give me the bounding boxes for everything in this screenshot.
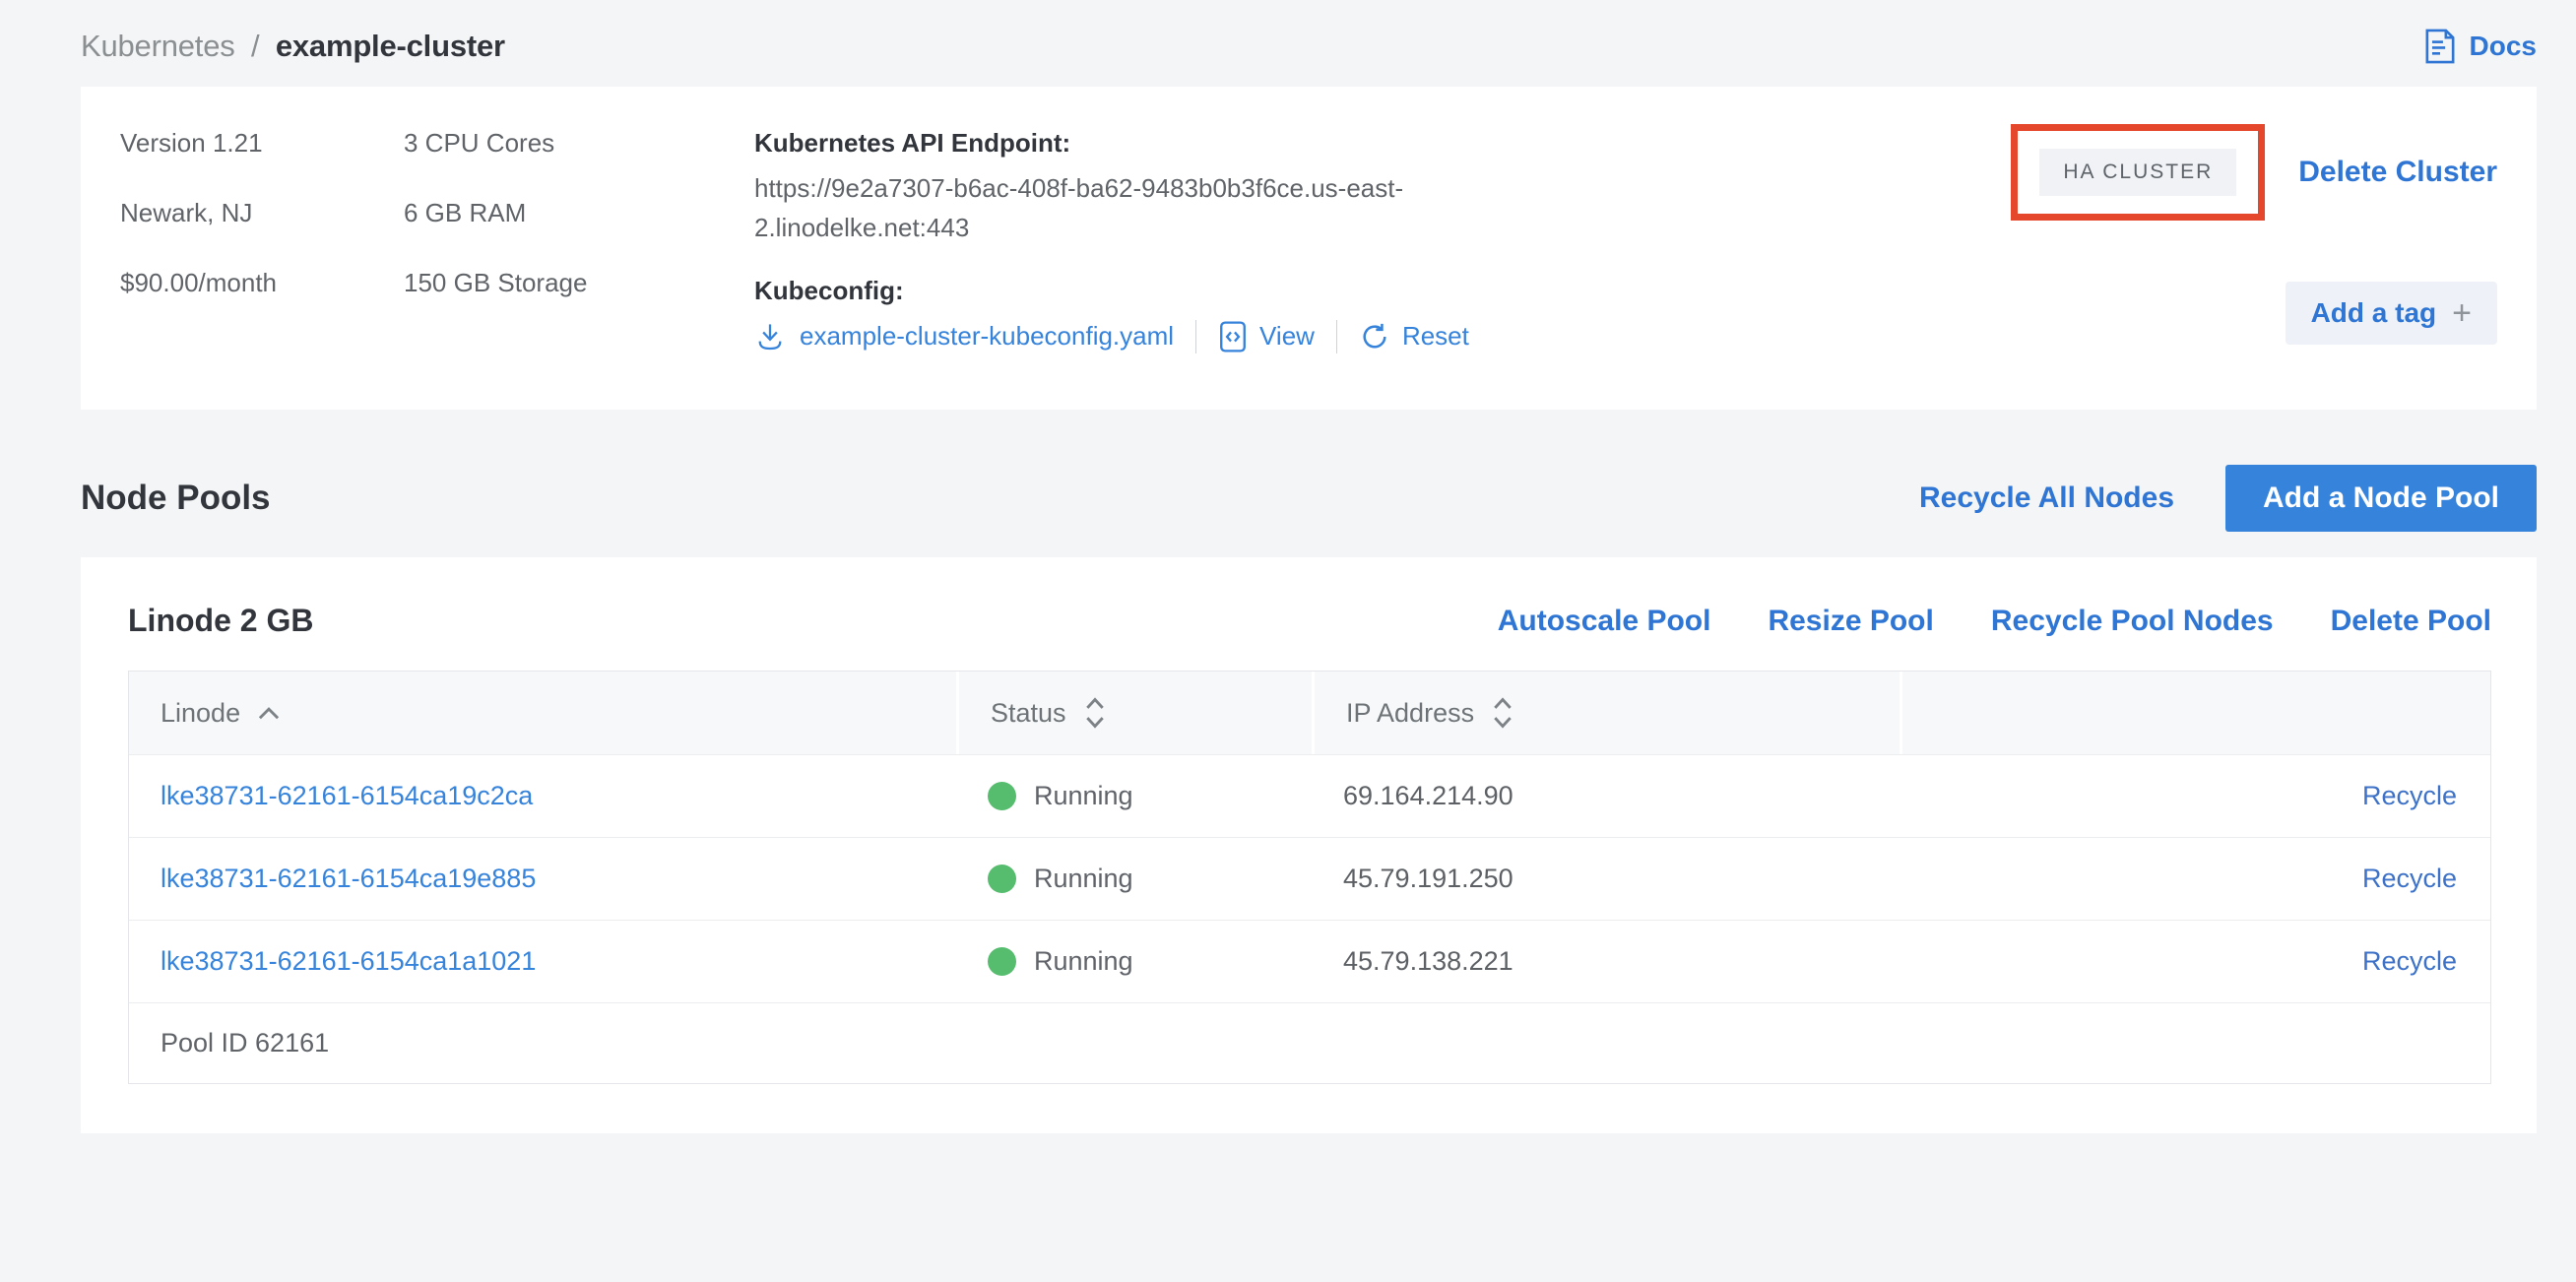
summary-right-column: HA CLUSTER Delete Cluster Add a tag + [2011, 128, 2497, 364]
sort-both-icon [1082, 695, 1108, 731]
docs-label: Docs [2470, 31, 2537, 62]
pool-name: Linode 2 GB [128, 603, 313, 639]
breadcrumb: Kubernetes / example-cluster [81, 29, 505, 64]
download-icon [754, 321, 786, 353]
kubernetes-cluster-detail-page: Kubernetes / example-cluster Docs Versio… [0, 0, 2576, 1282]
cluster-storage: 150 GB Storage [404, 268, 754, 298]
status-cell: Running [956, 781, 1312, 811]
column-header-status-label: Status [991, 698, 1066, 729]
node-pools-title: Node Pools [81, 479, 271, 518]
kubeconfig-view-button[interactable]: View [1218, 320, 1315, 353]
divider [1336, 320, 1337, 353]
cluster-specs-column-1: Version 1.21 Newark, NJ $90.00/month [120, 128, 404, 364]
cluster-region: Newark, NJ [120, 198, 404, 228]
recycle-node-button[interactable]: Recycle [2362, 864, 2457, 893]
status-running-dot [988, 865, 1016, 893]
cluster-specs-column-2: 3 CPU Cores 6 GB RAM 150 GB Storage [404, 128, 754, 364]
top-bar: Kubernetes / example-cluster Docs [0, 0, 2576, 87]
column-header-actions [1900, 672, 2490, 754]
status-running-dot [988, 782, 1016, 810]
cluster-price: $90.00/month [120, 268, 404, 298]
view-label: View [1259, 321, 1315, 352]
table-row: lke38731-62161-6154ca19c2ca Running 69.1… [129, 754, 2490, 837]
node-pool-card: Linode 2 GB Autoscale Pool Resize Pool R… [81, 557, 2537, 1133]
docs-icon [2422, 28, 2458, 65]
node-link[interactable]: lke38731-62161-6154ca19e885 [161, 864, 536, 893]
node-pools-header: Node Pools Recycle All Nodes Add a Node … [81, 465, 2537, 532]
ip-address: 69.164.214.90 [1343, 781, 1513, 810]
ha-cluster-badge: HA CLUSTER [2039, 149, 2236, 196]
divider [1195, 320, 1196, 353]
table-footer: Pool ID 62161 [129, 1002, 2490, 1083]
resize-pool-button[interactable]: Resize Pool [1768, 605, 1933, 638]
sort-both-icon [1490, 695, 1515, 731]
status-label: Running [1034, 946, 1133, 977]
status-cell: Running [956, 864, 1312, 894]
plus-icon: + [2452, 296, 2472, 330]
api-endpoint-label: Kubernetes API Endpoint: [754, 128, 1503, 159]
breadcrumb-cluster-name: example-cluster [276, 29, 505, 63]
api-endpoint-url: https://9e2a7307-b6ac-408f-ba62-9483b0b3… [754, 168, 1503, 248]
node-link[interactable]: lke38731-62161-6154ca1a1021 [161, 946, 536, 976]
code-file-icon [1218, 320, 1248, 353]
kubeconfig-filename: example-cluster-kubeconfig.yaml [800, 321, 1174, 352]
kubeconfig-reset-button[interactable]: Reset [1359, 321, 1469, 353]
cluster-cpu: 3 CPU Cores [404, 128, 754, 159]
pool-id: Pool ID 62161 [129, 1028, 956, 1058]
status-label: Running [1034, 864, 1133, 894]
add-node-pool-button[interactable]: Add a Node Pool [2225, 465, 2537, 532]
column-header-linode[interactable]: Linode [129, 672, 956, 754]
api-endpoint-block: Kubernetes API Endpoint: https://9e2a730… [754, 128, 1503, 364]
status-cell: Running [956, 946, 1312, 977]
table-row: lke38731-62161-6154ca19e885 Running 45.7… [129, 837, 2490, 920]
red-annotation-box: HA CLUSTER [2011, 124, 2265, 221]
sort-ascending-icon [256, 705, 282, 721]
status-running-dot [988, 947, 1016, 976]
delete-cluster-button[interactable]: Delete Cluster [2298, 156, 2497, 189]
column-header-ip-address[interactable]: IP Address [1312, 672, 1900, 754]
breadcrumb-kubernetes-link[interactable]: Kubernetes [81, 29, 235, 63]
breadcrumb-separator: / [251, 29, 259, 63]
nodes-table: Linode Status [128, 671, 2491, 1084]
column-header-ip-label: IP Address [1346, 698, 1474, 729]
ip-address: 45.79.191.250 [1343, 864, 1513, 893]
pool-header: Linode 2 GB Autoscale Pool Resize Pool R… [128, 603, 2491, 639]
cluster-summary-card: Version 1.21 Newark, NJ $90.00/month 3 C… [81, 87, 2537, 410]
autoscale-pool-button[interactable]: Autoscale Pool [1498, 605, 1711, 638]
nodes-table-header: Linode Status [129, 672, 2490, 754]
column-header-linode-label: Linode [161, 698, 240, 729]
reset-label: Reset [1402, 321, 1469, 352]
ip-address: 45.79.138.221 [1343, 946, 1513, 976]
add-tag-button[interactable]: Add a tag + [2286, 282, 2497, 345]
ha-delete-row: HA CLUSTER Delete Cluster [2011, 124, 2497, 221]
add-tag-label: Add a tag [2311, 297, 2437, 329]
kubeconfig-actions-row: example-cluster-kubeconfig.yaml View [754, 320, 1503, 353]
table-row: lke38731-62161-6154ca1a1021 Running 45.7… [129, 920, 2490, 1002]
kubeconfig-download-link[interactable]: example-cluster-kubeconfig.yaml [754, 321, 1174, 353]
recycle-all-nodes-button[interactable]: Recycle All Nodes [1919, 481, 2174, 515]
recycle-node-button[interactable]: Recycle [2362, 781, 2457, 810]
column-header-status[interactable]: Status [956, 672, 1312, 754]
status-label: Running [1034, 781, 1133, 811]
cluster-version: Version 1.21 [120, 128, 404, 159]
node-link[interactable]: lke38731-62161-6154ca19c2ca [161, 781, 533, 810]
docs-link[interactable]: Docs [2422, 28, 2537, 65]
cluster-ram: 6 GB RAM [404, 198, 754, 228]
kubeconfig-label: Kubeconfig: [754, 276, 1503, 306]
recycle-node-button[interactable]: Recycle [2362, 946, 2457, 976]
pool-actions: Autoscale Pool Resize Pool Recycle Pool … [1498, 605, 2491, 638]
recycle-pool-nodes-button[interactable]: Recycle Pool Nodes [1991, 605, 2274, 638]
delete-pool-button[interactable]: Delete Pool [2331, 605, 2491, 638]
reset-icon [1359, 321, 1390, 353]
